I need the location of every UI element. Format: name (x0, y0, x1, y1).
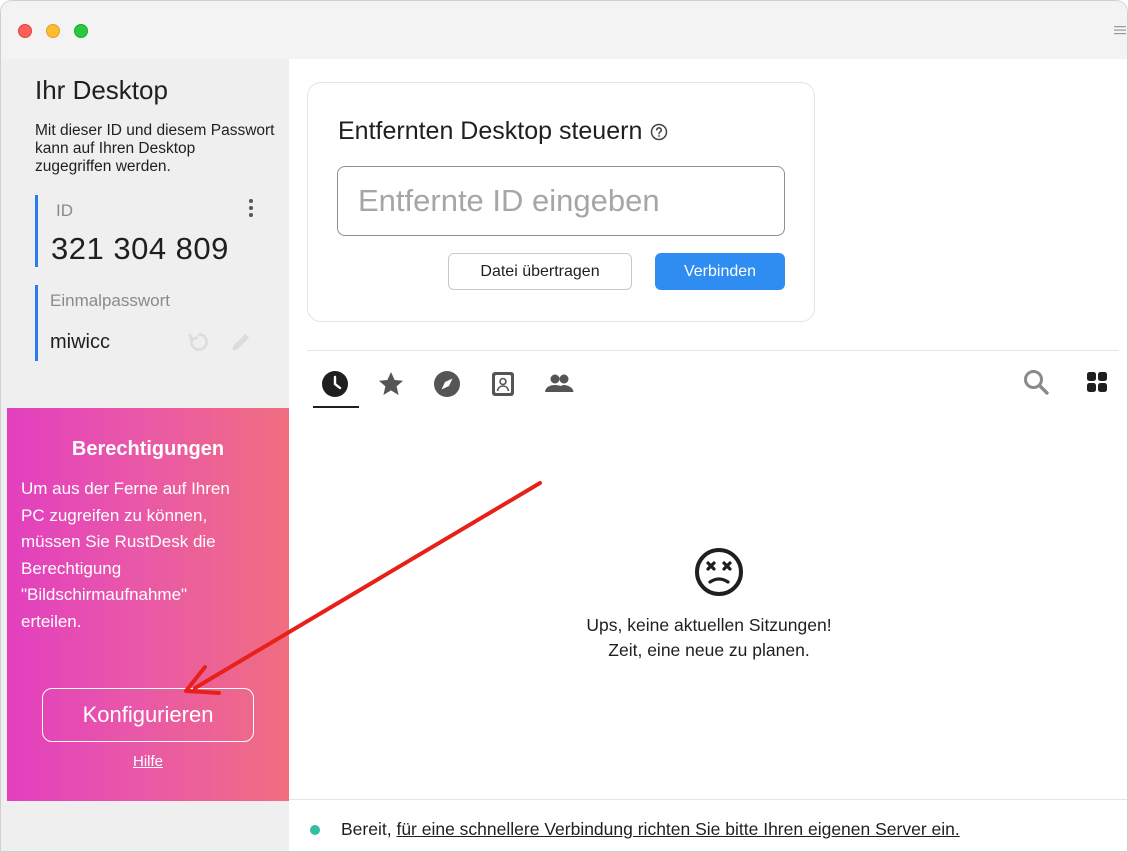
server-setup-link[interactable]: für eine schnellere Verbindung richten S… (396, 819, 959, 839)
file-transfer-button[interactable]: Datei übertragen (448, 253, 632, 290)
pencil-icon[interactable] (228, 329, 254, 355)
minimize-window-button[interactable] (46, 24, 60, 38)
sidebar-description: Mit dieser ID und diesem Passwort kann a… (35, 122, 275, 175)
close-window-button[interactable] (18, 24, 32, 38)
configure-button[interactable]: Konfigurieren (42, 688, 254, 742)
sidebar-title: Ihr Desktop (35, 75, 168, 105)
hamburger-menu-icon[interactable] (1113, 23, 1127, 37)
tab-discovered[interactable] (425, 364, 469, 404)
password-label: Einmalpasswort (50, 291, 170, 310)
tab-address-book[interactable] (481, 364, 525, 404)
address-book-icon (492, 372, 514, 396)
status-text: Bereit, für eine schnellere Verbindung r… (341, 819, 960, 840)
status-ready-text: Bereit, (341, 819, 397, 839)
app-window: Ihr Desktop Mit dieser ID und diesem Pas… (0, 0, 1128, 852)
empty-state-title: Ups, keine aktuellen Sitzungen! (586, 615, 832, 635)
permissions-text: Um aus der Ferne auf Ihren PC zugreifen … (21, 479, 230, 631)
permissions-panel: Berechtigungen Um aus der Ferne auf Ihre… (7, 408, 289, 801)
status-bar: Bereit, für eine schnellere Verbindung r… (289, 799, 1127, 851)
help-link[interactable]: Hilfe (7, 753, 289, 770)
tab-recent-sessions[interactable] (313, 364, 357, 404)
zoom-window-button[interactable] (74, 24, 88, 38)
refresh-icon[interactable] (186, 329, 212, 355)
status-indicator-dot (310, 825, 320, 835)
password-section: Einmalpasswort miwicc (35, 285, 265, 361)
dizzy-face-icon (695, 548, 743, 596)
password-value[interactable]: miwicc (50, 331, 110, 354)
tab-group[interactable] (537, 364, 581, 404)
main-panel: Entfernten Desktop steuern Datei übertra… (289, 59, 1127, 851)
remote-control-title-text: Entfernten Desktop steuern (338, 117, 643, 145)
connect-button[interactable]: Verbinden (655, 253, 785, 290)
tab-favorites[interactable] (369, 364, 413, 404)
group-icon (545, 374, 574, 392)
id-section: ID 321 304 809 (35, 195, 265, 267)
permissions-title: Berechtigungen (71, 438, 225, 460)
search-icon[interactable] (1021, 367, 1051, 397)
remote-control-title: Entfernten Desktop steuern (338, 117, 668, 146)
id-label: ID (56, 201, 73, 220)
divider (307, 350, 1119, 351)
active-tab-indicator (313, 406, 359, 408)
sidebar: Ihr Desktop Mit dieser ID und diesem Pas… (1, 59, 289, 851)
remote-id-input[interactable] (337, 166, 785, 236)
id-value[interactable]: 321 304 809 (51, 231, 229, 267)
clock-icon (322, 371, 348, 397)
grid-view-icon[interactable] (1084, 369, 1110, 395)
empty-state-subtitle: Zeit, eine neue zu planen. (608, 640, 810, 660)
title-bar (1, 1, 1127, 59)
remote-control-card: Entfernten Desktop steuern Datei übertra… (307, 82, 815, 322)
help-circle-icon[interactable] (650, 123, 668, 141)
more-vertical-icon[interactable] (245, 197, 257, 219)
compass-icon (434, 371, 460, 397)
star-icon (379, 372, 403, 395)
